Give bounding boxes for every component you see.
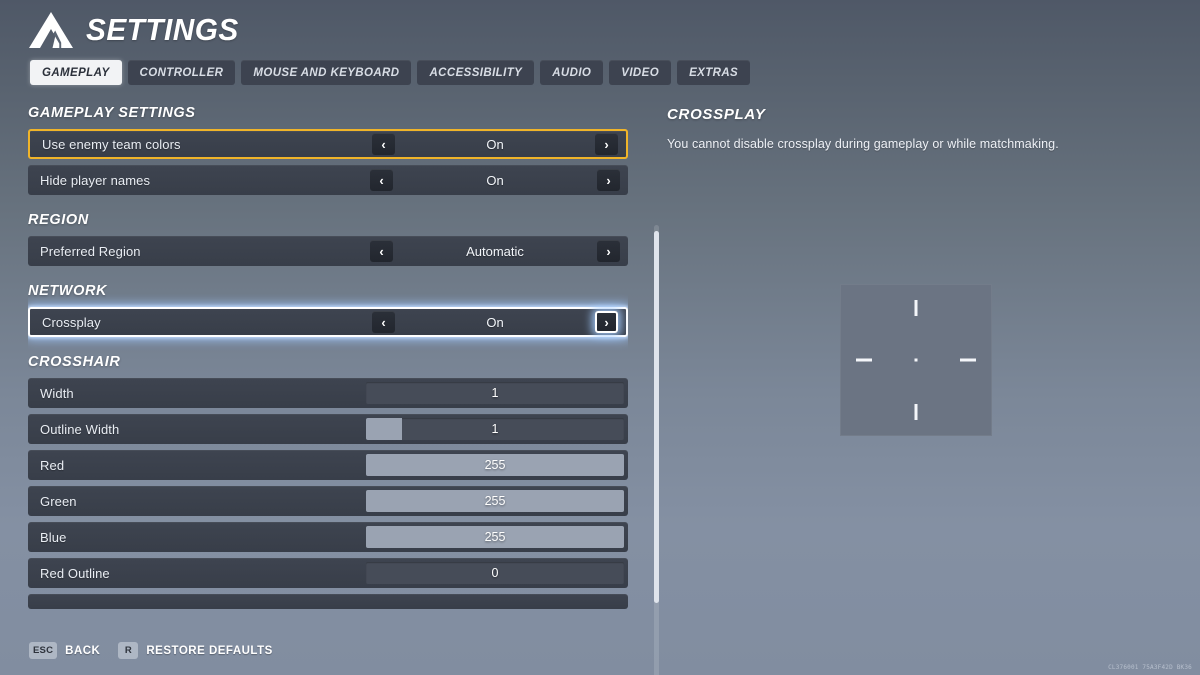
slider-outline-width[interactable]: 1 xyxy=(366,418,624,440)
option-control: ‹ On › xyxy=(360,309,626,335)
setting-label: Crossplay xyxy=(42,314,101,330)
key-badge-esc: ESC xyxy=(29,642,58,659)
chevron-right-icon[interactable]: › xyxy=(595,311,618,333)
detail-title: CROSSPLAY xyxy=(667,106,766,123)
slider-green[interactable]: 255 xyxy=(366,490,624,512)
slider-fill xyxy=(366,418,403,440)
option-control: ‹ On › xyxy=(360,131,626,157)
chevron-left-icon[interactable]: ‹ xyxy=(370,169,393,191)
section-title-crosshair: CROSSHAIR xyxy=(28,354,121,370)
crosshair-tick-right xyxy=(960,358,976,362)
slider-value: 1 xyxy=(491,422,499,436)
setting-row-preferred-region[interactable]: Preferred Region ‹ Automatic › xyxy=(28,236,628,266)
key-badge-r: R xyxy=(118,642,139,659)
option-control: ‹ On › xyxy=(358,165,628,195)
option-control: ‹ Automatic › xyxy=(358,236,628,266)
setting-label: Red xyxy=(40,457,65,473)
tab-video[interactable]: VIDEO xyxy=(609,60,672,85)
slider-value: 255 xyxy=(484,458,506,472)
setting-row-green[interactable]: Green 255 xyxy=(28,486,628,516)
settings-list-panel: GAMEPLAY SETTINGS Use enemy team colors … xyxy=(28,103,659,675)
setting-label: Blue xyxy=(40,529,67,545)
setting-row-crossplay[interactable]: Crossplay ‹ On › xyxy=(28,307,628,337)
crosshair-tick-bottom xyxy=(914,404,918,420)
settings-scroll-viewport[interactable]: GAMEPLAY SETTINGS Use enemy team colors … xyxy=(28,103,628,619)
page-header: SETTINGS xyxy=(28,10,245,50)
setting-row-use-enemy-team-colors[interactable]: Use enemy team colors ‹ On › xyxy=(28,129,628,159)
setting-label: Preferred Region xyxy=(40,243,141,259)
setting-label: Green xyxy=(40,493,77,509)
tab-accessibility[interactable]: ACCESSIBILITY xyxy=(417,60,535,85)
footer-hints: ESC BACK R RESTORE DEFAULTS xyxy=(29,642,273,659)
slider-value: 255 xyxy=(484,494,506,508)
tab-controller[interactable]: CONTROLLER xyxy=(127,60,236,85)
slider-width[interactable]: 1 xyxy=(366,382,624,404)
setting-row-red-outline[interactable]: Red Outline 0 xyxy=(28,558,628,588)
slider-value: 255 xyxy=(484,530,506,544)
setting-row-outline-width[interactable]: Outline Width 1 xyxy=(28,414,628,444)
hint-label-back: BACK xyxy=(65,644,101,657)
setting-value: On xyxy=(486,314,504,330)
section-title-network: NETWORK xyxy=(28,283,108,299)
setting-row-width[interactable]: Width 1 xyxy=(28,378,628,408)
page-title: SETTINGS xyxy=(86,12,239,47)
settings-scrollbar-track[interactable] xyxy=(654,225,659,675)
chevron-left-icon[interactable]: ‹ xyxy=(370,240,393,262)
tab-mouse-and-keyboard[interactable]: MOUSE AND KEYBOARD xyxy=(241,60,412,85)
tab-extras[interactable]: EXTRAS xyxy=(677,60,751,85)
setting-label: Red Outline xyxy=(40,565,110,581)
hint-label-restore-defaults: RESTORE DEFAULTS xyxy=(146,644,273,657)
crosshair-tick-left xyxy=(856,358,872,362)
chevron-right-icon[interactable]: › xyxy=(597,240,620,262)
crosshair-center-dot xyxy=(914,358,918,362)
tab-audio[interactable]: AUDIO xyxy=(540,60,604,85)
chevron-right-icon[interactable]: › xyxy=(597,169,620,191)
setting-row-partial[interactable] xyxy=(28,594,628,609)
tab-gameplay[interactable]: GAMEPLAY xyxy=(30,60,122,85)
hint-back[interactable]: ESC BACK xyxy=(29,642,100,659)
tab-bar: GAMEPLAY CONTROLLER MOUSE AND KEYBOARD A… xyxy=(30,60,751,85)
slider-red[interactable]: 255 xyxy=(366,454,624,476)
detail-panel: CROSSPLAY You cannot disable crossplay d… xyxy=(667,106,1167,436)
hint-restore-defaults[interactable]: R RESTORE DEFAULTS xyxy=(118,642,272,659)
slider-blue[interactable]: 255 xyxy=(366,526,624,548)
setting-label: Outline Width xyxy=(40,421,120,437)
setting-row-red[interactable]: Red 255 xyxy=(28,450,628,480)
detail-description: You cannot disable crossplay during game… xyxy=(667,137,1059,151)
crosshair-tick-top xyxy=(914,300,918,316)
setting-value: Automatic xyxy=(466,243,524,259)
setting-row-blue[interactable]: Blue 255 xyxy=(28,522,628,552)
crosshair-preview xyxy=(840,284,992,436)
section-title-gameplay-settings: GAMEPLAY SETTINGS xyxy=(28,105,196,121)
setting-value: On xyxy=(486,172,504,188)
chevron-left-icon[interactable]: ‹ xyxy=(372,311,395,333)
slider-value: 1 xyxy=(491,386,499,400)
build-id: CL376001 75A3F42D BK36 xyxy=(1108,664,1192,671)
section-title-region: REGION xyxy=(28,212,89,228)
settings-scrollbar-thumb[interactable] xyxy=(654,231,659,603)
apex-triangle-logo-icon xyxy=(29,12,73,48)
setting-label: Use enemy team colors xyxy=(42,136,181,152)
setting-label: Hide player names xyxy=(40,172,151,188)
slider-value: 0 xyxy=(491,566,499,580)
setting-row-hide-player-names[interactable]: Hide player names ‹ On › xyxy=(28,165,628,195)
chevron-right-icon[interactable]: › xyxy=(595,133,618,155)
setting-value: On xyxy=(486,136,504,152)
setting-label: Width xyxy=(40,385,74,401)
slider-red-outline[interactable]: 0 xyxy=(366,562,624,584)
chevron-left-icon[interactable]: ‹ xyxy=(372,133,395,155)
